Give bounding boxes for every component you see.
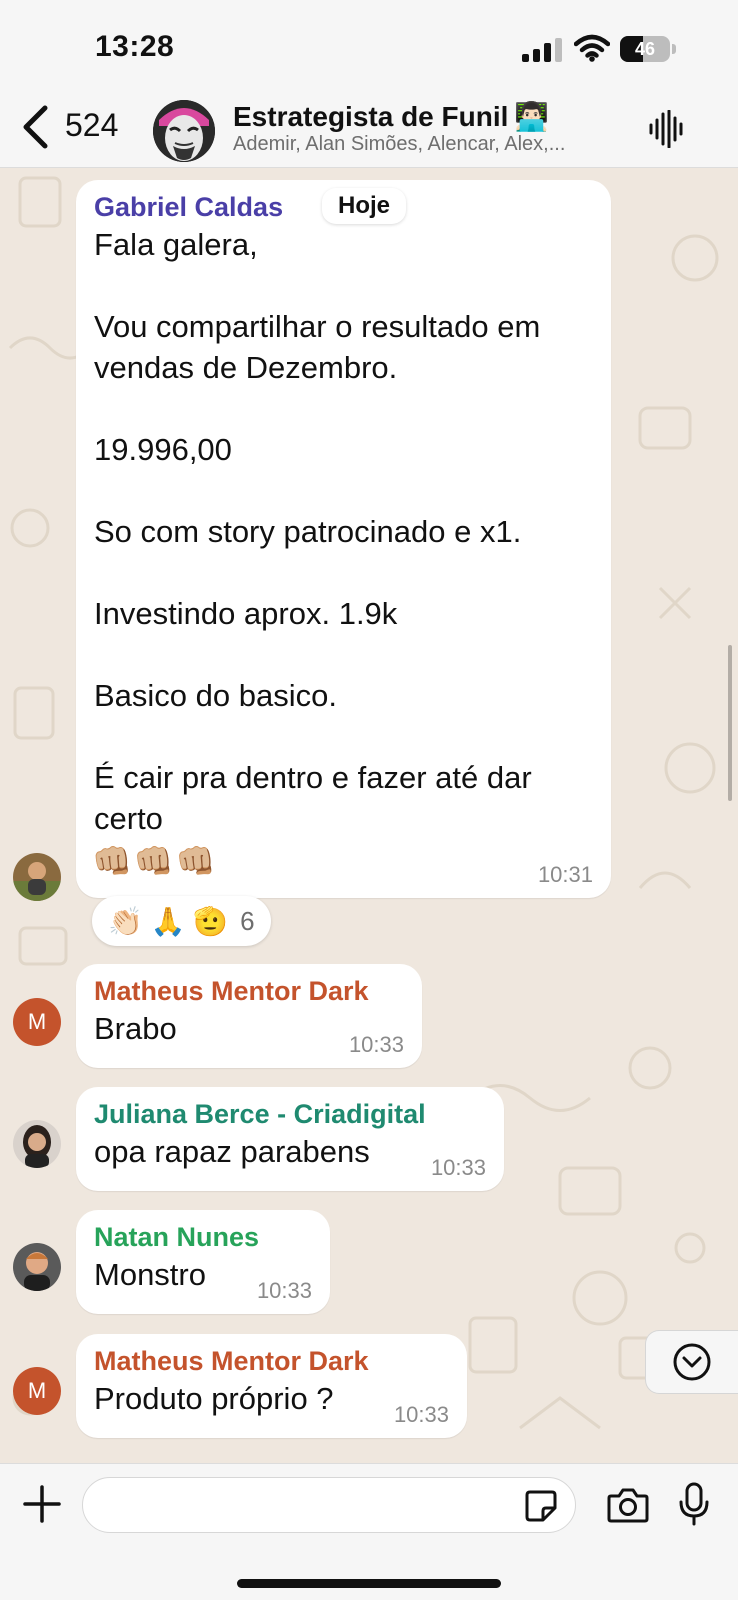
- message-sender[interactable]: Juliana Berce - Criadigital: [94, 1097, 486, 1131]
- mask-avatar-image: [153, 100, 215, 162]
- message-time: 10:33: [348, 1032, 404, 1057]
- battery-percent: 46: [634, 39, 656, 59]
- message-time: 10:31: [537, 862, 593, 887]
- avatar-juliana-berce[interactable]: [13, 1120, 61, 1168]
- camera-icon[interactable]: [607, 1486, 649, 1524]
- status-time: 13:28: [95, 30, 175, 63]
- composer-bar: [0, 1463, 738, 1600]
- group-avatar[interactable]: [153, 100, 215, 162]
- avatar-photo: [13, 853, 61, 901]
- battery-indicator: 46: [620, 36, 676, 62]
- signal-icon: [522, 38, 562, 62]
- message-text: Fala galera, Vou compartilhar o resultad…: [94, 227, 541, 836]
- audio-waveform-icon[interactable]: [648, 110, 684, 148]
- wifi-icon: [574, 34, 610, 62]
- home-indicator: [237, 1579, 501, 1588]
- avatar-natan-nunes[interactable]: [13, 1243, 61, 1291]
- message-sender[interactable]: Matheus Mentor Dark: [94, 1344, 449, 1378]
- day-separator: Hoje: [322, 188, 407, 224]
- group-name: Estrategista de Funil: [233, 101, 509, 132]
- plus-icon[interactable]: [22, 1484, 62, 1524]
- avatar-matheus-mentor-dark[interactable]: M: [13, 998, 61, 1046]
- group-emoji: 👨🏻‍💻: [514, 101, 550, 132]
- avatar-photo: [13, 1243, 61, 1291]
- chevron-left-icon[interactable]: [20, 104, 50, 150]
- top-bar: 13:28 46 524 Estrategista d: [0, 0, 738, 168]
- message-emoji-line: 👊🏼👊🏼👊🏼: [92, 843, 218, 879]
- scrollbar[interactable]: [728, 645, 732, 801]
- chevron-down-circle-icon: [673, 1343, 711, 1381]
- message-bubble[interactable]: Natan Nunes Monstro 10:33: [76, 1210, 330, 1314]
- message-text: opa rapaz parabens: [94, 1134, 370, 1169]
- message-time: 10:33: [256, 1278, 312, 1303]
- message-input[interactable]: [82, 1477, 576, 1533]
- microphone-icon[interactable]: [678, 1482, 710, 1526]
- group-title[interactable]: Estrategista de Funil 👨🏻‍💻: [233, 100, 549, 133]
- message-sender[interactable]: Matheus Mentor Dark: [94, 974, 404, 1008]
- message-time: 10:33: [393, 1402, 449, 1427]
- message-time: 10:33: [430, 1155, 486, 1180]
- scroll-to-bottom-button[interactable]: [645, 1330, 738, 1394]
- avatar-gabriel-caldas[interactable]: [13, 853, 61, 901]
- battery-body: 46: [620, 36, 670, 62]
- message-bubble[interactable]: Gabriel Caldas Fala galera, Vou comparti…: [76, 180, 611, 898]
- chat-area[interactable]: Gabriel Caldas Fala galera, Vou comparti…: [0, 168, 738, 1463]
- message-bubble[interactable]: Matheus Mentor Dark Brabo 10:33: [76, 964, 422, 1068]
- reaction-count: 6: [240, 905, 255, 936]
- message-bubble[interactable]: Juliana Berce - Criadigital opa rapaz pa…: [76, 1087, 504, 1191]
- message-reactions[interactable]: 👏🏻 🙏 🫡 6: [92, 896, 271, 946]
- avatar-matheus-mentor-dark[interactable]: M: [13, 1367, 61, 1415]
- group-members[interactable]: Ademir, Alan Simões, Alencar, Alex,...: [233, 133, 613, 156]
- reaction-emojis: 👏🏻 🙏 🫡: [108, 905, 229, 937]
- avatar-photo: [13, 1120, 61, 1168]
- battery-cap: [672, 44, 676, 54]
- back-unread-count[interactable]: 524: [65, 107, 118, 144]
- message-bubble[interactable]: Matheus Mentor Dark Produto próprio ? 10…: [76, 1334, 467, 1438]
- sticker-icon[interactable]: [524, 1489, 558, 1523]
- message-sender[interactable]: Natan Nunes: [94, 1220, 312, 1254]
